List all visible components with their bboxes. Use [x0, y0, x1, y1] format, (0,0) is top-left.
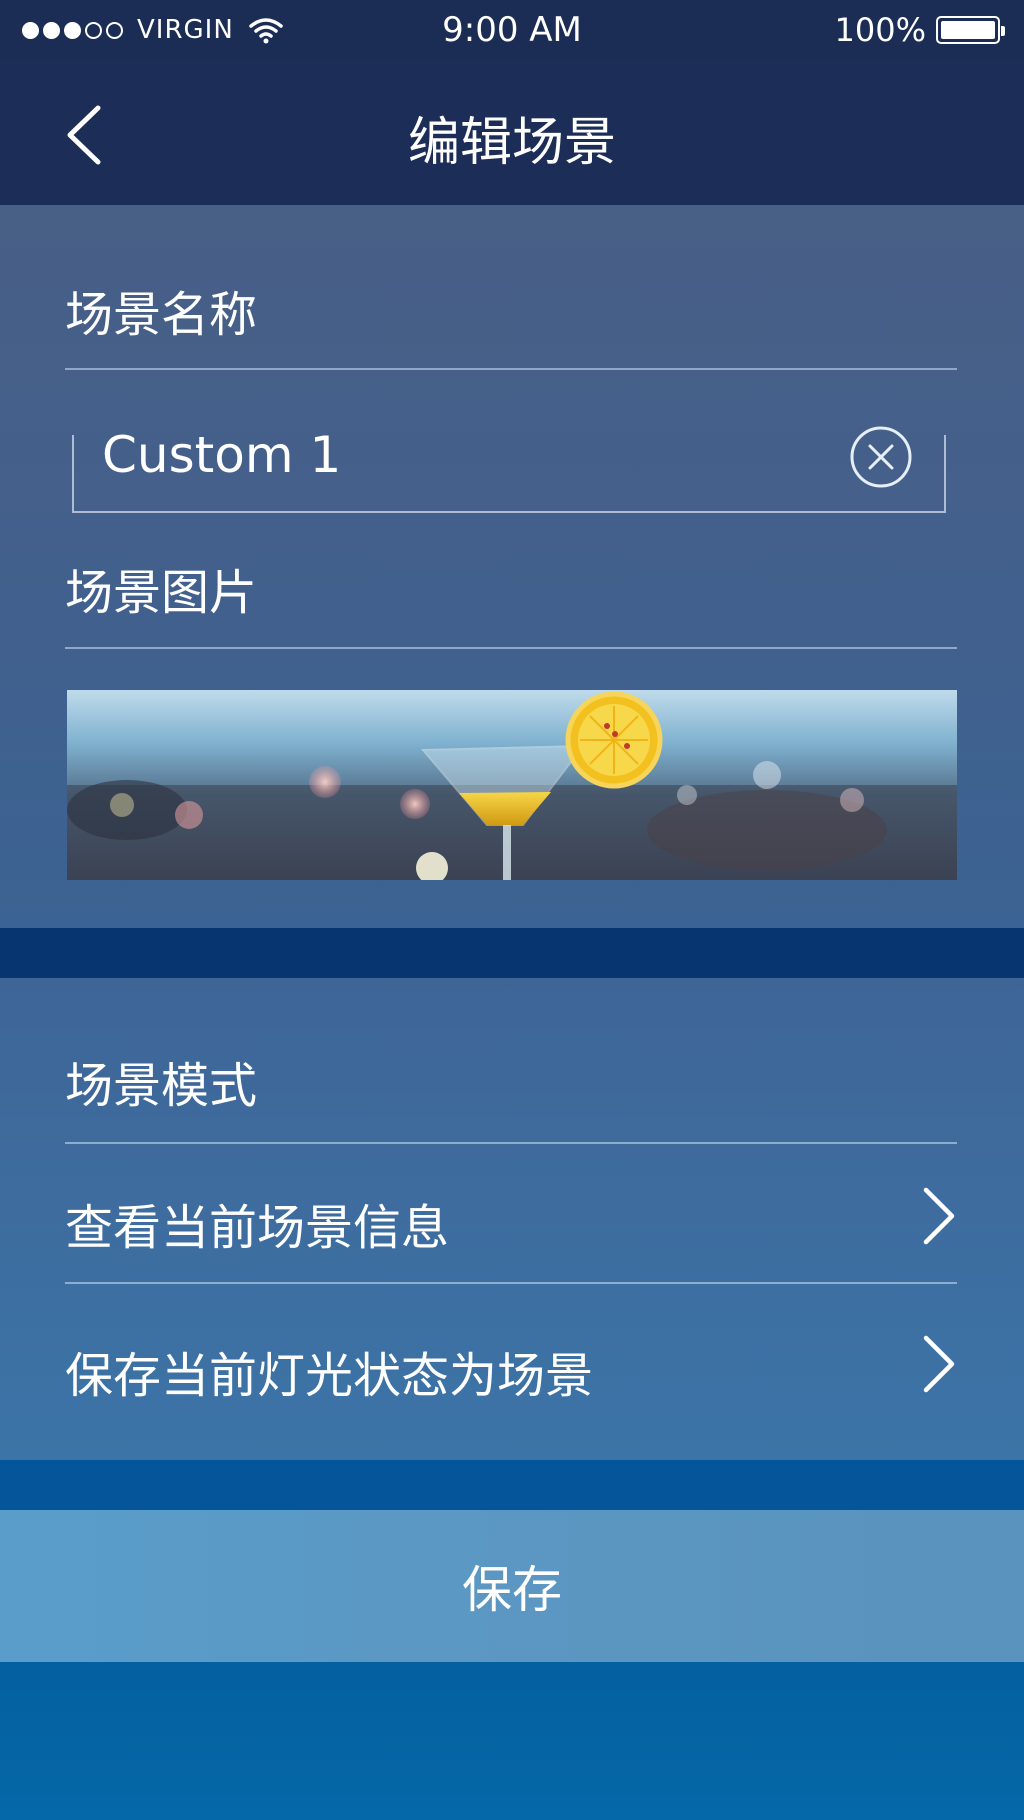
divider — [65, 1282, 957, 1284]
nav-bar: 编辑场景 — [0, 60, 1024, 205]
chevron-right-icon — [923, 1335, 955, 1393]
scene-image-label: 场景图片 — [65, 565, 258, 621]
section-separator — [0, 928, 1024, 978]
battery-icon — [936, 16, 1005, 44]
scene-mode-label: 场景模式 — [65, 1058, 258, 1114]
divider — [65, 647, 957, 649]
wifi-icon — [249, 18, 283, 44]
scene-mode-section: 场景模式 查看当前场景信息 保存当前灯光状态为场景 — [0, 978, 1024, 1460]
divider — [65, 1142, 957, 1144]
scene-name-label: 场景名称 — [65, 287, 258, 343]
save-light-state-row[interactable]: 保存当前灯光状态为场景 — [0, 1294, 1024, 1434]
close-circle-icon[interactable] — [849, 425, 913, 489]
scene-name-field — [72, 415, 946, 513]
section-separator — [0, 1460, 1024, 1510]
status-bar: VIRGIN 9:00 AM 100% — [0, 0, 1024, 60]
signal-strength-icon — [22, 21, 123, 39]
cocktail-image — [67, 691, 957, 880]
divider — [65, 368, 957, 370]
scene-info-section: 场景名称 场景图片 — [0, 205, 1024, 928]
scene-image[interactable] — [67, 690, 957, 880]
carrier-name: VIRGIN — [137, 15, 234, 45]
view-current-scene-row[interactable]: 查看当前场景信息 — [0, 1146, 1024, 1286]
save-button[interactable]: 保存 — [0, 1510, 1024, 1662]
chevron-right-icon — [923, 1187, 955, 1245]
status-right: 100% — [834, 11, 1005, 49]
list-item-label: 查看当前场景信息 — [65, 1200, 450, 1256]
battery-percentage: 100% — [834, 11, 926, 49]
page-title: 编辑场景 — [407, 113, 616, 173]
scene-name-input[interactable] — [74, 415, 834, 495]
status-left: VIRGIN — [22, 15, 284, 45]
list-item-label: 保存当前灯光状态为场景 — [65, 1348, 594, 1404]
